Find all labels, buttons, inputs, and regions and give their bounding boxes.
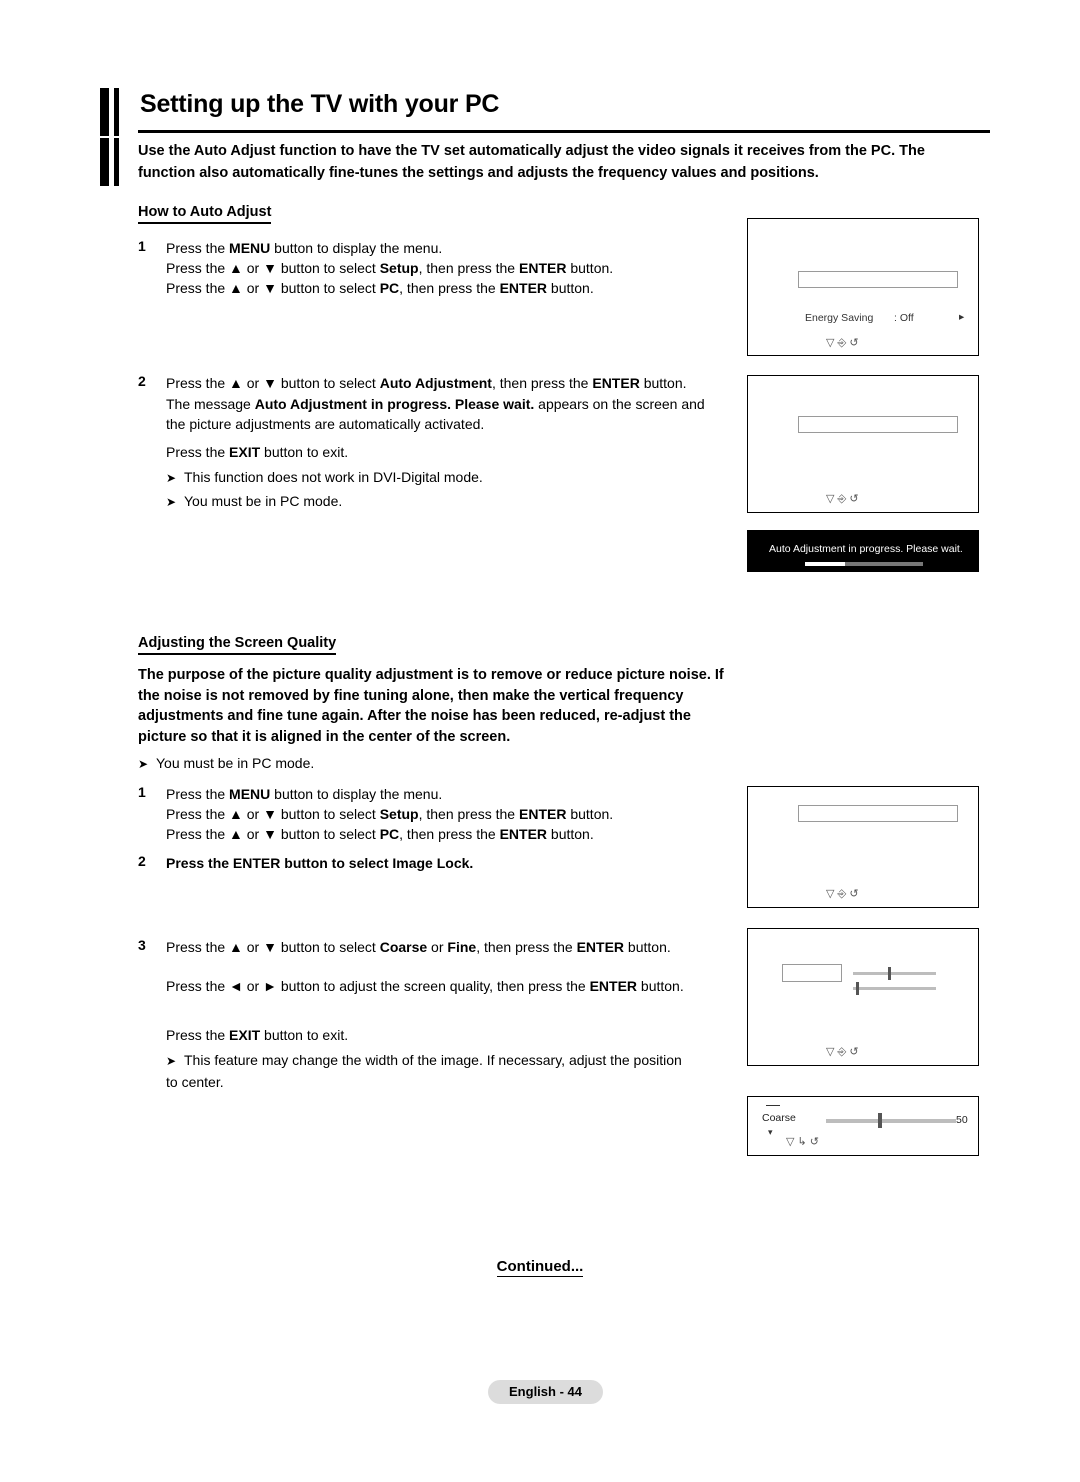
tv-panel-4-slider-thumb-1 [888,967,891,980]
tv-panel-1-menu-bar [798,271,958,288]
note-image-width-text: This feature may change the width of the… [166,1052,682,1090]
note-pc-mode-2: ➤ You must be in PC mode. [138,753,698,775]
note-dvi-digital-text: This function does not work in DVI-Digit… [184,469,483,485]
coarse-label: Coarse [762,1112,796,1124]
step-1-auto-line2: Press the ▲ or ▼ button to select Setup,… [166,258,726,279]
tv-panel-4-icons: ▽ ⎆ ↺ [826,1046,859,1058]
tv-panel-1-row-value: : Off [894,312,914,324]
exit-instruction-auto: Press the EXIT button to exit. [166,444,349,460]
bullet-arrow-icon: ➤ [166,1054,177,1068]
step-2-auto-text: Press the ▲ or ▼ button to select Auto A… [166,375,705,432]
intro-accent-bar [100,138,109,186]
tv-panel-1-arrow-icon: ▸ [959,311,965,323]
page-footer-text: English - 44 [509,1384,582,1399]
tv-screen-panel-4: ▽ ⎆ ↺ [747,928,979,1066]
bullet-arrow-icon: ➤ [138,757,149,771]
tv-screen-panel-2: ▽ ⎆ ↺ [747,375,979,513]
coarse-slider-thumb [878,1113,882,1128]
step-1-auto-line3: Press the ▲ or ▼ button to select PC, th… [166,278,726,299]
tv-progress-message-text: Auto Adjustment in progress. Please wait… [769,543,963,555]
step-2-quality-text: Press the ENTER button to select Image L… [166,855,474,871]
tv-panel-2-menu-bar [798,416,958,433]
tv-panel-1-icons: ▽ ⎆ ↺ [826,337,859,349]
document-page: Setting up the TV with your PC Use the A… [0,0,1080,1482]
bullet-arrow-icon: ➤ [166,471,177,485]
coarse-value: 50 [956,1114,968,1126]
bullet-arrow-icon: ➤ [166,495,177,509]
note-pc-mode-2-text: You must be in PC mode. [156,755,315,771]
title-accent-bar-secondary [114,88,119,136]
step-1-quality-line2: Press the ▲ or ▼ button to select Setup,… [166,806,614,822]
tv-panel-4-slider-track-1 [853,972,936,975]
coarse-panel-icons: ▽ ↳ ↺ [786,1136,820,1148]
section-heading-screen-quality: Adjusting the Screen Quality [138,635,337,655]
tv-panel-4-label-box [782,964,842,982]
step-number-2-auto: 2 [138,373,146,389]
tv-coarse-adjust-panel: Coarse ▾ 50 ▽ ↳ ↺ [747,1096,979,1156]
note-pc-mode-1-text: You must be in PC mode. [184,493,343,509]
coarse-tick-top [766,1105,780,1106]
tv-panel-3-icons: ▽ ⎆ ↺ [826,888,859,900]
tv-panel-1-row-label: Energy Saving [805,312,874,324]
continued-label: Continued... [0,1258,1080,1277]
note-pc-mode-1: ➤ You must be in PC mode. [166,491,711,513]
intro-paragraph: Use the Auto Adjust function to have the… [138,143,925,181]
step-1-auto-line1-text: Press the MENU button to display the men… [166,240,443,256]
step-number-1-quality: 1 [138,784,146,800]
tv-progress-message-bar: Auto Adjustment in progress. Please wait… [747,530,979,572]
note-dvi-digital: ➤ This function does not work in DVI-Digi… [166,467,711,489]
tv-panel-4-slider-track-2 [853,987,936,990]
step-number-1-auto: 1 [138,238,146,254]
tv-screen-panel-1: Energy Saving : Off ▸ ▽ ⎆ ↺ [747,218,979,356]
coarse-chevron-down-icon: ▾ [768,1127,773,1137]
step-1-auto-line2-text: Press the ▲ or ▼ button to select Setup,… [166,260,614,276]
intro-accent-bar-secondary [114,138,119,186]
exit-instruction-quality: Press the EXIT button to exit. [166,1027,349,1043]
continued-text: Continued... [496,1258,584,1277]
screen-quality-paragraph: The purpose of the picture quality adjus… [138,667,724,745]
step-1-auto-line1: Press the MENU button to display the men… [166,238,726,259]
tv-panel-2-icons: ▽ ⎆ ↺ [826,493,859,505]
step-3-quality-line1: Press the ▲ or ▼ button to select Coarse… [166,939,671,955]
tv-screen-panel-3: ▽ ⎆ ↺ [747,786,979,908]
tv-panel-3-menu-bar [798,805,958,822]
coarse-slider-track [826,1119,956,1123]
note-image-width: ➤ This feature may change the width of th… [166,1050,696,1092]
page-title: Setting up the TV with your PC [140,90,500,118]
tv-progress-fill [805,562,845,566]
page-footer-badge: English - 44 [488,1380,603,1404]
title-rule [138,130,990,133]
step-1-quality-line3: Press the ▲ or ▼ button to select PC, th… [166,826,594,842]
step-3-quality-line2: Press the ◄ or ► button to adjust the sc… [166,978,684,994]
step-1-quality-line1: Press the MENU button to display the men… [166,786,443,802]
section-heading-auto-adjust: How to Auto Adjust [138,204,272,224]
step-1-auto-line3-text: Press the ▲ or ▼ button to select PC, th… [166,280,594,296]
title-accent-bar [100,88,109,136]
tv-panel-4-slider-thumb-2 [856,982,859,995]
step-number-2-quality: 2 [138,853,146,869]
step-number-3-quality: 3 [138,937,146,953]
